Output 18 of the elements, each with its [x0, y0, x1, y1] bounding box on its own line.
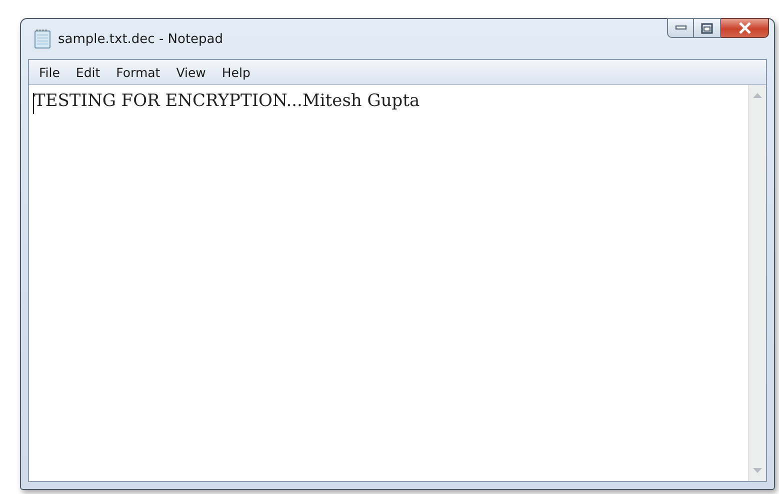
- menu-item[interactable]: View: [168, 64, 214, 80]
- menu-item[interactable]: Help: [214, 64, 258, 80]
- close-icon: [738, 22, 752, 34]
- window-title: sample.txt.dec - Notepad: [58, 32, 224, 46]
- text-cursor: [33, 93, 34, 114]
- minimize-icon: [674, 25, 686, 31]
- maximize-icon: [701, 22, 713, 34]
- notepad-icon: [34, 29, 52, 49]
- menu-item[interactable]: Format: [108, 64, 168, 80]
- close-button[interactable]: [721, 18, 769, 38]
- vertical-scrollbar[interactable]: [748, 85, 766, 481]
- minimize-button[interactable]: [667, 18, 694, 38]
- scroll-down-icon: [753, 468, 762, 473]
- document-text: TESTING FOR ENCRYPTION...Mitesh Gupta: [34, 91, 420, 111]
- maximize-button[interactable]: [694, 18, 721, 38]
- menu-item[interactable]: Edit: [68, 64, 108, 80]
- scroll-up-icon: [753, 93, 762, 98]
- menu-item[interactable]: File: [31, 64, 68, 80]
